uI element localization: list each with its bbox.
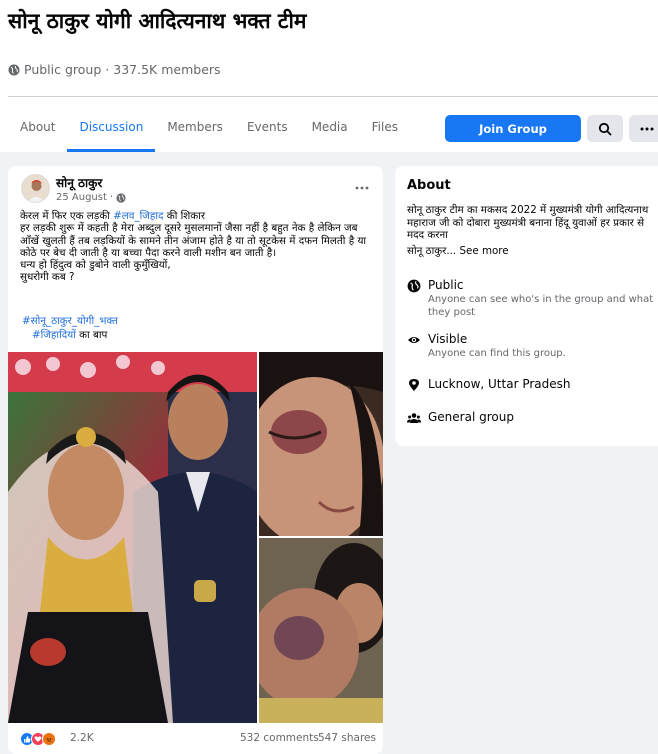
- avatar-image: [22, 175, 49, 202]
- group-title: सोनू ठाकुर योगी आदित्यनाथ भक्त टीम: [8, 9, 307, 33]
- post-photo[interactable]: [259, 538, 383, 723]
- tab-events[interactable]: Events: [235, 106, 300, 152]
- post-photo[interactable]: [259, 352, 383, 536]
- privacy-label: Public group: [24, 62, 102, 77]
- photo-bruised-face: [259, 352, 383, 536]
- tab-files[interactable]: Files: [360, 106, 410, 152]
- location-row: Lucknow, Uttar Pradesh: [407, 377, 570, 392]
- globe-icon: [407, 279, 421, 293]
- photo-couple: [8, 352, 257, 723]
- post-photo[interactable]: [8, 352, 257, 723]
- group-header: सोनू ठाकुर योगी आदित्यनाथ भक्त टीम Publi…: [0, 0, 658, 152]
- join-group-button[interactable]: Join Group: [445, 115, 581, 142]
- visibility-description: Anyone can find this group.: [428, 348, 566, 359]
- photo-injured-arm: [259, 538, 383, 723]
- post-text: केरल में फिर एक लड़की #लव_जिहाद की शिकार…: [20, 210, 376, 284]
- post-text-prefix: केरल में फिर एक लड़की: [20, 210, 114, 222]
- author-avatar[interactable]: [21, 174, 50, 203]
- eye-icon: [408, 337, 420, 343]
- visibility-row: Visible Anyone can find this group.: [407, 332, 658, 360]
- about-description-text: सोनू ठाकुर टीम का मकसद 2022 में मुख्यमंत…: [407, 204, 649, 241]
- search-button[interactable]: [587, 115, 623, 142]
- privacy-description: Anyone can see who's in the group and wh…: [428, 294, 654, 318]
- reaction-count[interactable]: 2.2K: [70, 732, 94, 744]
- privacy-title: Public: [428, 278, 464, 292]
- search-icon: [598, 122, 612, 135]
- more-icon: [640, 127, 654, 130]
- about-description: सोनू ठाकुर टीम का मकसद 2022 में मुख्यमंत…: [407, 204, 651, 257]
- visibility-title: Visible: [428, 332, 468, 346]
- location-text[interactable]: Lucknow, Uttar Pradesh: [428, 377, 570, 392]
- post-photo-grid: [8, 352, 383, 723]
- more-icon: [355, 186, 369, 190]
- tab-about[interactable]: About: [8, 106, 67, 152]
- header-divider: [8, 96, 658, 97]
- reaction-icons[interactable]: [20, 732, 56, 746]
- group-tabs: About Discussion Members Events Media Fi…: [8, 106, 410, 152]
- hashtag-link[interactable]: #जिहादियों: [32, 329, 76, 341]
- feed-post: सोनू ठाकुर 25 August · केरल में फिर एक ल…: [8, 166, 383, 754]
- location-pin-icon: [409, 379, 419, 391]
- globe-icon: [116, 192, 126, 203]
- privacy-row: Public Anyone can see who's in the group…: [407, 278, 658, 319]
- tab-discussion[interactable]: Discussion: [67, 106, 156, 152]
- post-options-button[interactable]: [355, 180, 369, 190]
- meta-separator: ·: [105, 62, 110, 77]
- group-type-row: General group: [407, 410, 514, 425]
- share-count[interactable]: 547 shares: [318, 732, 376, 744]
- post-meta: 25 August ·: [56, 192, 126, 203]
- angry-icon: [42, 732, 56, 746]
- post-author[interactable]: सोनू ठाकुर: [56, 174, 102, 191]
- about-title: About: [407, 178, 451, 193]
- hashtag-link[interactable]: #सोनू_ठाकुर_योगी_भक्त: [22, 315, 118, 327]
- more-options-button[interactable]: [629, 115, 658, 142]
- people-icon: [407, 413, 421, 423]
- post-stats: 2.2K 532 comments 547 shares: [8, 723, 383, 754]
- group-type-text: General group: [428, 410, 514, 424]
- post-hashtag-inline[interactable]: #लव_जिहाद: [113, 210, 163, 222]
- post-date[interactable]: 25 August: [56, 192, 107, 203]
- post-hashtags: #सोनू_ठाकुर_योगी_भक्त #जिहादियों का बाप: [20, 314, 118, 342]
- about-description-short: सोनू ठाकुर...: [407, 244, 457, 257]
- post-text-body: की शिकार हर लड़की शुरू में कहती है मेरा …: [20, 210, 367, 284]
- tab-members[interactable]: Members: [155, 106, 235, 152]
- globe-icon: [8, 64, 20, 75]
- about-card: About सोनू ठाकुर टीम का मकसद 2022 में मु…: [395, 166, 658, 446]
- see-more-link[interactable]: See more: [456, 245, 508, 257]
- member-count[interactable]: 337.5K members: [113, 62, 220, 77]
- hashtag-suffix: का बाप: [75, 329, 108, 341]
- group-meta: Public group · 337.5K members: [8, 62, 221, 77]
- comment-count[interactable]: 532 comments: [240, 732, 319, 744]
- tab-media[interactable]: Media: [300, 106, 360, 152]
